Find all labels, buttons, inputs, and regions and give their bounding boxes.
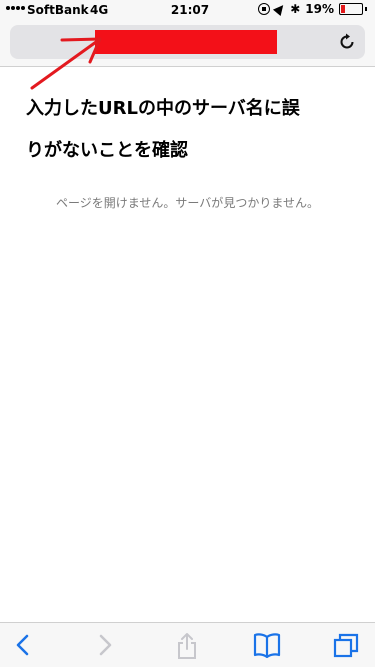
back-icon	[16, 634, 29, 656]
annotation-text: 入力したURLの中のサーバ名に誤 りがないことを確認	[26, 88, 346, 172]
battery-icon	[339, 3, 363, 15]
location-icon	[273, 1, 288, 17]
bookmarks-button[interactable]	[252, 631, 282, 659]
signal-strength-icon	[6, 6, 25, 10]
share-button[interactable]	[172, 631, 202, 659]
forward-icon	[99, 634, 112, 656]
back-button[interactable]	[8, 631, 38, 659]
orientation-lock-icon	[258, 3, 271, 15]
battery-level-fill	[341, 5, 346, 13]
tabs-button[interactable]	[331, 631, 361, 659]
status-bar: SoftBank 4G 21:07 ✱ 19%	[0, 0, 375, 20]
status-right: ✱ 19%	[258, 1, 367, 17]
status-time: 21:07	[170, 3, 210, 17]
annotation-line-2: りがないことを確認	[26, 140, 188, 161]
battery-cap	[365, 7, 367, 11]
network-type: 4G	[90, 3, 109, 17]
tabs-icon	[333, 633, 359, 658]
carrier-name: SoftBank	[27, 3, 89, 17]
bluetooth-icon: ✱	[290, 2, 301, 16]
battery-percent: 19%	[305, 2, 334, 16]
share-icon	[178, 633, 196, 659]
forward-button[interactable]	[90, 631, 120, 659]
redacted-url	[95, 30, 277, 54]
error-message: ページを開けません。サーバが見つかりません。	[56, 196, 319, 210]
bookmarks-icon	[253, 633, 281, 659]
bottom-toolbar	[0, 622, 375, 667]
annotation-line-1: 入力したURLの中のサーバ名に誤	[26, 98, 300, 119]
reload-icon[interactable]	[337, 32, 357, 52]
annotation-arrow	[30, 37, 102, 90]
